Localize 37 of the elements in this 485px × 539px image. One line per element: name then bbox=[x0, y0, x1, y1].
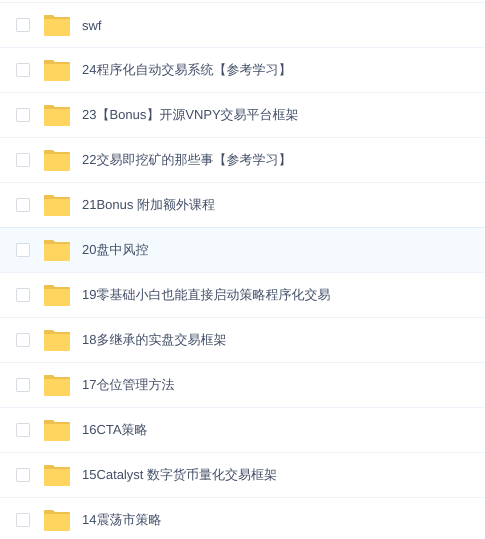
checkbox[interactable] bbox=[16, 288, 30, 302]
checkbox[interactable] bbox=[16, 513, 30, 527]
folder-name[interactable]: 15Catalyst 数字货币量化交易框架 bbox=[82, 466, 278, 484]
checkbox[interactable] bbox=[16, 423, 30, 437]
folder-icon bbox=[44, 420, 70, 440]
folder-icon bbox=[44, 150, 70, 170]
folder-name[interactable]: 24程序化自动交易系统【参考学习】 bbox=[82, 61, 292, 79]
folder-name[interactable]: 14震荡市策略 bbox=[82, 511, 162, 529]
checkbox[interactable] bbox=[16, 198, 30, 212]
folder-name[interactable]: 16CTA策略 bbox=[82, 421, 148, 439]
folder-icon bbox=[44, 194, 70, 216]
folder-name[interactable]: 18多继承的实盘交易框架 bbox=[82, 331, 226, 349]
folder-icon bbox=[44, 464, 70, 486]
checkbox[interactable] bbox=[16, 378, 30, 392]
folder-icon bbox=[44, 240, 70, 260]
checkbox[interactable] bbox=[16, 153, 30, 167]
folder-icon bbox=[44, 104, 70, 126]
folder-name[interactable]: 20盘中风控 bbox=[82, 241, 148, 259]
folder-icon bbox=[44, 330, 70, 350]
folder-name[interactable]: 23【Bonus】开源VNPY交易平台框架 bbox=[82, 106, 299, 124]
folder-icon bbox=[44, 284, 70, 306]
folder-name[interactable]: swf bbox=[82, 18, 102, 32]
checkbox[interactable] bbox=[16, 468, 30, 482]
folder-name[interactable]: 19零基础小白也能直接启动策略程序化交易 bbox=[82, 286, 330, 304]
folder-icon bbox=[44, 374, 70, 396]
file-row[interactable]: 20盘中风控 bbox=[0, 227, 485, 272]
folder-name[interactable]: 22交易即挖矿的那些事【参考学习】 bbox=[82, 151, 292, 169]
folder-icon bbox=[44, 510, 70, 530]
checkbox[interactable] bbox=[16, 333, 30, 347]
folder-icon bbox=[44, 14, 70, 36]
checkbox[interactable] bbox=[16, 243, 30, 257]
checkbox[interactable] bbox=[16, 108, 30, 122]
folder-name[interactable]: 21Bonus 附加额外课程 bbox=[82, 196, 215, 214]
checkbox[interactable] bbox=[16, 18, 30, 32]
checkbox[interactable] bbox=[16, 63, 30, 77]
folder-name[interactable]: 17仓位管理方法 bbox=[82, 376, 174, 394]
folder-icon bbox=[44, 60, 70, 80]
